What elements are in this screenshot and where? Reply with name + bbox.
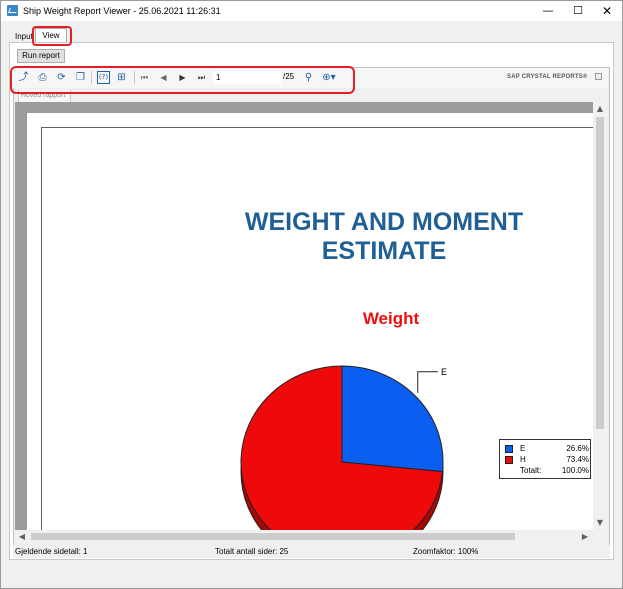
scroll-left-icon[interactable]: ◀ [16, 530, 28, 543]
report-title: WEIGHT AND MOMENT ESTIMATE [201, 208, 567, 266]
pie-slice-e [341, 365, 444, 473]
close-button[interactable]: ✕ [592, 1, 622, 21]
chart-legend: E 26.6% H 73.4% Totalt: 100.0% [499, 439, 591, 479]
window-title: Ship Weight Report Viewer - 25.06.2021 1… [23, 6, 221, 16]
app-window: Ship Weight Report Viewer - 25.06.2021 1… [0, 0, 623, 589]
legend-swatch-e [505, 445, 513, 453]
status-total-pages: Totalt antall sider: 25 [215, 547, 289, 556]
report-title-line1: WEIGHT AND MOMENT [244, 208, 524, 236]
callout-line [417, 371, 438, 393]
legend-value: 73.4% [566, 455, 589, 464]
scroll-corner [593, 530, 607, 543]
legend-total-value: 100.0% [561, 466, 589, 475]
annotation-highlight-toolbar [10, 66, 355, 94]
status-zoom: Zoomfaktor: 100% [413, 547, 479, 556]
status-bar: Gjeldende sidetall: 1 Totalt antall side… [13, 545, 610, 558]
status-current-page: Gjeldende sidetall: 1 [15, 547, 88, 556]
legend-label: E [520, 444, 526, 453]
legend-total-label: Totalt: [520, 466, 542, 475]
run-report-button[interactable]: Run report [17, 49, 65, 63]
legend-label: H [520, 455, 526, 464]
maximize-button[interactable]: ☐ [563, 1, 593, 21]
chart-title: Weight [362, 309, 420, 328]
pie-chart: E [240, 365, 447, 531]
app-icon [7, 5, 18, 16]
report-title-line2: ESTIMATE [321, 237, 447, 265]
toolbar-close-icon[interactable] [595, 73, 602, 80]
sap-crystal-reports-logo: SAP CRYSTAL REPORTS® [507, 74, 588, 80]
legend-item: E 26.6% [505, 444, 589, 454]
title-bar: Ship Weight Report Viewer - 25.06.2021 1… [1, 1, 622, 21]
annotation-highlight-view-tab [32, 26, 72, 46]
legend-total: Totalt: 100.0% [505, 466, 589, 476]
scroll-down-icon[interactable]: ▼ [593, 517, 607, 529]
vertical-scroll-thumb[interactable] [596, 117, 604, 429]
legend-value: 26.6% [566, 444, 589, 453]
legend-swatch-h [505, 456, 513, 464]
legend-item: H 73.4% [505, 455, 589, 465]
scroll-up-icon[interactable]: ▲ [593, 103, 607, 115]
tab-bar: Input View [1, 21, 622, 43]
minimize-button[interactable]: — [533, 1, 563, 21]
horizontal-scroll-thumb[interactable] [31, 533, 515, 540]
callout-label: E [441, 367, 447, 377]
scroll-right-icon[interactable]: ▶ [579, 530, 591, 543]
